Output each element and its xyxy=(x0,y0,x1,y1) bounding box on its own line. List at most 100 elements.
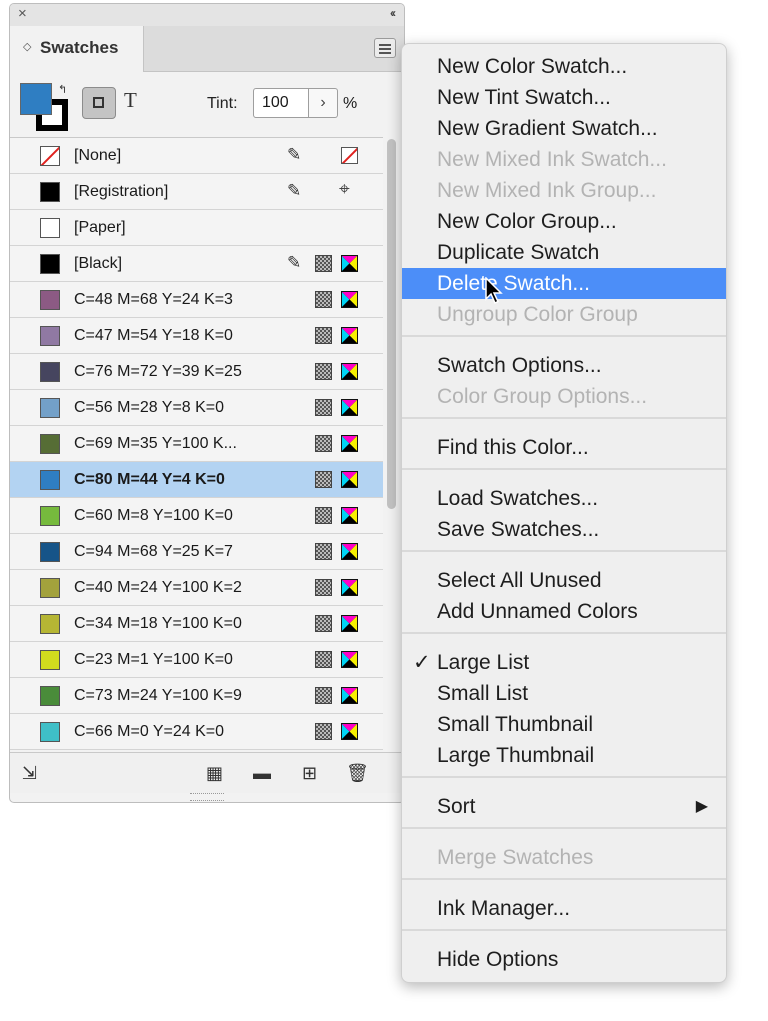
swatch-row[interactable]: C=94 M=68 Y=25 K=7 xyxy=(10,534,383,570)
swatch-row[interactable]: C=76 M=72 Y=39 K=25 xyxy=(10,354,383,390)
fill-swatch[interactable] xyxy=(20,83,52,115)
menu-item-label: Sort xyxy=(437,795,476,818)
menu-item-large-thumbnail[interactable]: Large Thumbnail xyxy=(402,740,726,771)
menu-item-label: Ink Manager... xyxy=(437,897,571,920)
no-edit-pencil-icon: ✎ xyxy=(287,145,302,164)
menu-separator xyxy=(402,335,726,337)
process-color-type-icon xyxy=(315,579,332,596)
menu-item-add-unnamed-colors[interactable]: Add Unnamed Colors xyxy=(402,596,726,627)
swatch-name: C=56 M=28 Y=8 K=0 xyxy=(74,399,225,416)
menu-item-new-color-swatch[interactable]: New Color Swatch... xyxy=(402,51,726,82)
swatch-row[interactable]: C=73 M=24 Y=100 K=9 xyxy=(10,678,383,714)
menu-item-new-tint-swatch[interactable]: New Tint Swatch... xyxy=(402,82,726,113)
swatch-color-chip xyxy=(40,290,60,310)
menu-item-label: Add Unnamed Colors xyxy=(437,600,638,623)
swatch-row[interactable]: [None] ✎ xyxy=(10,138,383,174)
swatch-list-scrollbar[interactable] xyxy=(385,139,398,509)
menu-item-label: Color Group Options... xyxy=(437,385,648,408)
swatch-view-icon[interactable]: ▦ xyxy=(206,763,223,784)
menu-item-new-gradient-swatch[interactable]: New Gradient Swatch... xyxy=(402,113,726,144)
menu-item-delete-swatch[interactable]: Delete Swatch... xyxy=(402,268,726,299)
swatch-row[interactable]: C=48 M=68 Y=24 K=3 xyxy=(10,282,383,318)
menu-item-load-swatches[interactable]: Load Swatches... xyxy=(402,483,726,514)
none-color-icon xyxy=(341,147,358,164)
updown-arrows-icon[interactable]: ◇ xyxy=(23,40,31,53)
swatch-row[interactable]: [Black] ✎ xyxy=(10,246,383,282)
swatch-color-chip xyxy=(40,254,60,274)
menu-item-small-thumbnail[interactable]: Small Thumbnail xyxy=(402,709,726,740)
scrollbar-thumb[interactable] xyxy=(387,139,396,509)
swatch-name: C=73 M=24 Y=100 K=9 xyxy=(74,687,242,704)
swatch-name: C=23 M=1 Y=100 K=0 xyxy=(74,651,233,668)
cmyk-mode-icon xyxy=(341,579,358,596)
process-color-type-icon xyxy=(315,543,332,560)
swatch-row[interactable]: C=80 M=44 Y=4 K=0 xyxy=(10,462,383,498)
menu-item-label: New Mixed Ink Group... xyxy=(437,179,657,202)
swatch-row[interactable]: C=69 M=35 Y=100 K... xyxy=(10,426,383,462)
place-swatches-icon[interactable]: ⇲ xyxy=(22,763,37,784)
swatch-row[interactable]: C=40 M=24 Y=100 K=2 xyxy=(10,570,383,606)
delete-swatch-icon[interactable]: 🗑 xyxy=(346,763,369,784)
tab-swatches[interactable]: ◇ Swatches xyxy=(10,26,144,72)
swatch-row[interactable]: C=23 M=1 Y=100 K=0 xyxy=(10,642,383,678)
menu-item-new-color-group[interactable]: New Color Group... xyxy=(402,206,726,237)
menu-item-label: New Mixed Ink Swatch... xyxy=(437,148,667,171)
close-icon[interactable]: × xyxy=(18,5,27,22)
swatch-row[interactable]: C=56 M=28 Y=8 K=0 xyxy=(10,390,383,426)
no-edit-pencil-icon: ✎ xyxy=(287,181,302,200)
tab-swatches-label: Swatches xyxy=(40,38,119,57)
menu-item-swatch-options[interactable]: Swatch Options... xyxy=(402,350,726,381)
cmyk-mode-icon xyxy=(341,291,358,308)
swatch-row[interactable]: C=66 M=0 Y=24 K=0 xyxy=(10,714,383,750)
menu-item-large-list[interactable]: ✓ Large List xyxy=(402,647,726,678)
swatch-row[interactable]: C=34 M=18 Y=100 K=0 xyxy=(10,606,383,642)
process-color-type-icon xyxy=(315,615,332,632)
swatch-name: C=34 M=18 Y=100 K=0 xyxy=(74,615,242,632)
menu-item-hide-options[interactable]: Hide Options xyxy=(402,944,726,975)
menu-separator xyxy=(402,776,726,778)
swap-fill-stroke-icon[interactable]: ↰ xyxy=(58,83,67,96)
menu-item-find-this-color[interactable]: Find this Color... xyxy=(402,432,726,463)
menu-item-label: Large Thumbnail xyxy=(437,744,595,767)
swatch-name: C=94 M=68 Y=25 K=7 xyxy=(74,543,233,560)
swatches-panel: × ‹‹ ◇ Swatches ↰ T Tint: 100 › % [None]… xyxy=(9,3,405,803)
formatting-affects-container-button[interactable] xyxy=(82,87,116,119)
swatch-row[interactable]: [Registration] ✎ ⌖ xyxy=(10,174,383,210)
menu-item-save-swatches[interactable]: Save Swatches... xyxy=(402,514,726,545)
new-color-group-icon[interactable]: ▬ xyxy=(253,763,271,784)
cmyk-mode-icon xyxy=(341,471,358,488)
menu-item-sort[interactable]: Sort ▶ xyxy=(402,791,726,822)
panel-bottom-bar: ⇲ ▦ ▬ ⊞ 🗑 xyxy=(10,752,404,793)
swatch-row[interactable]: C=47 M=54 Y=18 K=0 xyxy=(10,318,383,354)
menu-item-new-mixed-ink-swatch: New Mixed Ink Swatch... xyxy=(402,144,726,175)
menu-item-small-list[interactable]: Small List xyxy=(402,678,726,709)
process-color-type-icon xyxy=(315,291,332,308)
tint-slider-button[interactable]: › xyxy=(309,88,338,118)
menu-item-duplicate-swatch[interactable]: Duplicate Swatch xyxy=(402,237,726,268)
swatch-color-chip xyxy=(40,218,60,238)
menu-separator xyxy=(402,929,726,931)
panel-menu-button[interactable] xyxy=(374,38,396,58)
menu-separator xyxy=(402,417,726,419)
swatch-color-chip xyxy=(40,146,60,166)
swatch-row[interactable]: [Paper] xyxy=(10,210,383,246)
cmyk-mode-icon xyxy=(341,363,358,380)
menu-item-label: Delete Swatch... xyxy=(437,272,590,295)
menu-item-ink-manager[interactable]: Ink Manager... xyxy=(402,893,726,924)
menu-separator xyxy=(402,468,726,470)
swatch-row[interactable]: C=60 M=8 Y=100 K=0 xyxy=(10,498,383,534)
menu-item-select-all-unused[interactable]: Select All Unused xyxy=(402,565,726,596)
menu-item-new-mixed-ink-group: New Mixed Ink Group... xyxy=(402,175,726,206)
cmyk-mode-icon xyxy=(341,543,358,560)
cmyk-mode-icon xyxy=(341,615,358,632)
process-color-type-icon xyxy=(315,471,332,488)
collapse-panel-icon[interactable]: ‹‹ xyxy=(390,6,396,20)
menu-item-merge-swatches: Merge Swatches xyxy=(402,842,726,873)
formatting-affects-text-button[interactable]: T xyxy=(124,88,137,113)
new-swatch-icon[interactable]: ⊞ xyxy=(302,763,317,784)
process-color-type-icon xyxy=(315,363,332,380)
tint-input[interactable]: 100 xyxy=(253,88,309,118)
panel-resize-grip[interactable] xyxy=(190,793,224,801)
swatch-color-chip xyxy=(40,578,60,598)
swatch-name: C=60 M=8 Y=100 K=0 xyxy=(74,507,233,524)
